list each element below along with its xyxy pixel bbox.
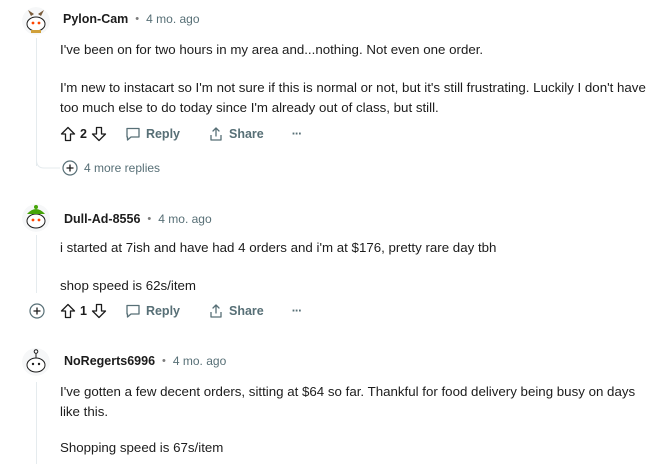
comment-timestamp[interactable]: 4 mo. ago <box>173 354 226 368</box>
comment-actions: 1 Reply Share ··· <box>60 299 302 323</box>
upvote-arrow-icon <box>60 126 76 142</box>
comment-bubble-icon <box>126 304 140 318</box>
snoo-avatar-icon <box>22 7 50 35</box>
comment-meta: NoRegerts6996 • 4 mo. ago <box>64 354 226 368</box>
comment-text: I've been on for two hours in my area an… <box>60 42 484 57</box>
downvote-button[interactable] <box>91 303 107 319</box>
plus-circle-icon <box>62 160 78 176</box>
expand-thread-button[interactable] <box>29 303 45 324</box>
share-icon <box>210 127 222 141</box>
share-button[interactable]: Share <box>208 126 264 142</box>
author-name[interactable]: Dull-Ad-8556 <box>64 212 140 226</box>
more-options-icon: ··· <box>291 304 302 318</box>
comment-text: Shopping speed is 67s/item <box>60 440 224 455</box>
thread-line[interactable] <box>36 235 37 293</box>
upvote-arrow-icon <box>60 303 76 319</box>
downvote-arrow-icon <box>91 126 107 142</box>
avatar[interactable] <box>22 7 50 35</box>
more-options-button[interactable]: ··· <box>292 127 302 141</box>
vote-count: 2 <box>80 127 87 141</box>
author-name[interactable]: Pylon-Cam <box>63 12 128 26</box>
comment-timestamp[interactable]: 4 mo. ago <box>146 12 199 26</box>
downvote-button[interactable] <box>91 126 107 142</box>
reply-label: Reply <box>145 304 180 318</box>
upvote-button[interactable] <box>60 303 76 319</box>
more-options-icon: ··· <box>291 127 302 141</box>
share-button[interactable]: Share <box>208 303 264 319</box>
comment-meta: Dull-Ad-8556 • 4 mo. ago <box>64 212 212 226</box>
plus-circle-icon <box>29 303 45 319</box>
avatar[interactable] <box>22 204 50 232</box>
more-replies-link[interactable]: 4 more replies <box>62 160 160 176</box>
avatar[interactable] <box>22 348 50 376</box>
comment-text: i started at 7ish and have had 4 orders … <box>60 240 497 255</box>
reply-label: Reply <box>145 127 180 141</box>
comment-actions: 2 Reply Share ··· <box>60 122 302 146</box>
downvote-arrow-icon <box>91 303 107 319</box>
comment-timestamp[interactable]: 4 mo. ago <box>158 212 211 226</box>
thread-line[interactable] <box>36 38 37 166</box>
author-name[interactable]: NoRegerts6996 <box>64 354 155 368</box>
comment-bubble-icon <box>126 127 140 141</box>
comment-text: I'm new to instacart so I'm not sure if … <box>60 80 646 115</box>
more-options-button[interactable]: ··· <box>292 304 302 318</box>
reply-button[interactable]: Reply <box>125 126 180 142</box>
meta-separator: • <box>135 13 140 25</box>
upvote-button[interactable] <box>60 126 76 142</box>
share-label: Share <box>229 304 264 318</box>
reply-button[interactable]: Reply <box>125 303 180 319</box>
comment-meta: Pylon-Cam • 4 mo. ago <box>63 12 200 26</box>
comment-text: I've gotten a few decent orders, sitting… <box>60 384 636 419</box>
comment-text: shop speed is 62s/item <box>60 278 197 293</box>
meta-separator: • <box>162 355 166 367</box>
meta-separator: • <box>147 213 152 225</box>
share-icon <box>210 304 222 318</box>
thread-line[interactable] <box>36 382 37 464</box>
vote-count: 1 <box>80 304 87 318</box>
share-label: Share <box>229 127 264 141</box>
thread-connector <box>36 150 60 169</box>
more-replies-text: 4 more replies <box>84 161 161 175</box>
snoo-avatar-icon <box>22 204 50 232</box>
snoo-avatar-icon <box>22 348 50 376</box>
